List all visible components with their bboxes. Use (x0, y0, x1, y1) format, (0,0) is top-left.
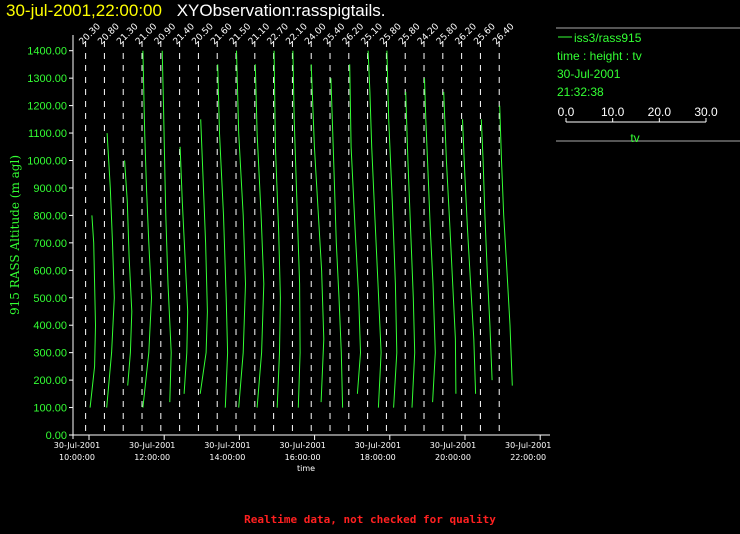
profile-trace (499, 105, 513, 386)
profile-trace (273, 50, 281, 408)
profile-trace (310, 64, 325, 403)
profile-trace (443, 91, 457, 394)
profile-trace (142, 50, 153, 408)
legend-date: 30-Jul-2001 (557, 67, 621, 81)
temperature-profiles (89, 50, 513, 408)
profile-trace (349, 64, 362, 394)
x-tick-date: 30-Jul-2001 (505, 441, 551, 450)
profile-label: 26.40 (491, 22, 516, 47)
rass-chart: 20.3020.8021.3021.0020.9021.4020.5021.60… (8, 22, 740, 473)
legend-scale-tick-label: 10.0 (601, 105, 625, 119)
x-tick-date: 30-Jul-2001 (430, 441, 476, 450)
profile-trace (179, 146, 189, 394)
y-tick-label: 800.00 (33, 210, 67, 222)
profile-trace (89, 215, 97, 408)
profile-trace (405, 91, 416, 408)
y-tick-label: 700.00 (33, 238, 67, 250)
y-tick-label: 1400.00 (27, 46, 67, 58)
legend-series-label: iss3/rass915 (574, 31, 642, 45)
profile-trace (217, 64, 229, 408)
y-tick-label: 1000.00 (27, 156, 67, 168)
legend-scale-label: tv (630, 131, 639, 145)
profile-trace (124, 160, 133, 386)
x-tick-date: 30-Jul-2001 (204, 441, 250, 450)
profile-trace (424, 78, 436, 403)
y-axis-label: 915 RASS Altitude (m agl) (8, 155, 22, 315)
x-tick-time: 16:00:00 (285, 453, 321, 462)
x-tick-date: 30-Jul-2001 (129, 441, 175, 450)
legend-relation: time : height : tv (557, 49, 642, 63)
y-tick-label: 100.00 (33, 403, 67, 415)
legend-tv-scale: 0.0 10.0 20.0 30.0 (558, 105, 718, 123)
y-tick-label: 500.00 (33, 293, 67, 305)
quality-warning: Realtime data, not checked for quality (244, 513, 496, 526)
x-tick-date: 30-Jul-2001 (54, 441, 100, 450)
y-tick-label: 1200.00 (27, 101, 67, 113)
profile-trace (199, 119, 208, 394)
x-tick-time: 10:00:00 (59, 453, 95, 462)
legend-time: 21:32:38 (557, 85, 604, 99)
y-tick-label: 900.00 (33, 183, 67, 195)
y-tick-label: 1300.00 (27, 73, 67, 85)
legend-scale-tick-label: 30.0 (694, 105, 718, 119)
y-tick-label: 400.00 (33, 320, 67, 332)
profile-trace (367, 50, 382, 408)
x-tick-date: 30-Jul-2001 (355, 441, 401, 450)
profile-trace (480, 119, 493, 381)
y-tick-label: 200.00 (33, 375, 67, 387)
legend-scale-tick-label: 20.0 (648, 105, 672, 119)
x-tick-time: 22:00:00 (510, 453, 546, 462)
profile-trace (386, 50, 398, 408)
profile-trace (106, 133, 115, 408)
x-tick-time: 12:00:00 (134, 453, 170, 462)
profile-trace (462, 119, 477, 394)
legend-scale-tick-label: 0.0 (558, 105, 575, 119)
x-tick-time: 14:00:00 (209, 453, 245, 462)
profile-trace (236, 50, 247, 408)
y-tick-label: 1100.00 (28, 128, 67, 140)
x-tick-time: 20:00:00 (435, 453, 471, 462)
profile-trace (254, 64, 265, 408)
y-tick-label: 600.00 (33, 265, 67, 277)
profile-trace (292, 50, 301, 408)
y-tick-label: 300.00 (33, 348, 67, 360)
profile-trace (161, 50, 172, 403)
x-tick-date: 30-Jul-2001 (279, 441, 325, 450)
profile-trace (330, 78, 344, 408)
x-tick-time: 18:00:00 (360, 453, 396, 462)
x-axis-label: time (297, 464, 315, 473)
legend-panel: iss3/rass915 time : height : tv 30-Jul-2… (556, 27, 740, 145)
